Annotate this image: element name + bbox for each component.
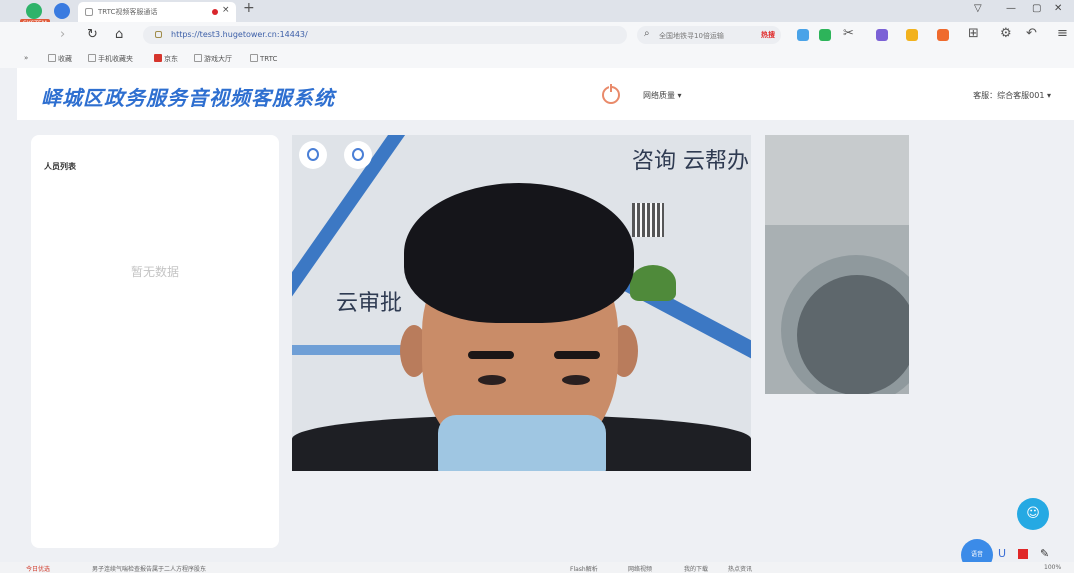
status-hot-news[interactable]: 热点资讯 [728, 564, 752, 573]
chat-float-button[interactable]: ☺ [1017, 498, 1049, 530]
wall-sign-text: 云审批 [336, 291, 403, 316]
tab-favicon-icon [85, 8, 93, 16]
home-icon[interactable]: ⌂ [115, 27, 123, 42]
agent-dropdown[interactable]: 客服：综合客服001 ▾ [973, 90, 1051, 101]
url-input[interactable]: https://test3.hugetower.cn:14443/ [143, 26, 627, 44]
person-hair [404, 183, 634, 323]
location-pin-icon [307, 148, 319, 161]
close-window-icon[interactable]: ✕ [1054, 3, 1062, 14]
main-video-feed: 咨询 云帮办 云审批 [292, 135, 751, 471]
face-mask [438, 415, 606, 471]
bookmark-mobile[interactable]: 手机收藏夹 [88, 54, 133, 64]
qr-code [632, 203, 664, 237]
extension-green-icon[interactable] [819, 29, 831, 41]
person-eyebrow [554, 351, 600, 359]
cut-icon[interactable]: ✂ [843, 26, 854, 41]
navigation-icon[interactable] [54, 3, 70, 19]
personnel-list-panel: 人员列表 暂无数据 [31, 135, 279, 548]
pipe-background [765, 135, 909, 225]
page-icon [250, 54, 258, 62]
panel-title: 人员列表 [44, 162, 76, 171]
bookmark-favorites[interactable]: 收藏 [48, 54, 72, 64]
phone-icon [88, 54, 96, 62]
pipe-inner [797, 275, 909, 394]
hot-search-badge[interactable]: 热搜 [761, 30, 775, 40]
browser-status-bar: 今日优选 男子连续气喘检查报告属于二人方程序股东 Flash解析 网络视频 我的… [0, 562, 1074, 573]
power-icon[interactable] [602, 83, 620, 104]
bookmarks-bar: » 收藏 手机收藏夹 京东 游戏大厅 TRTC [0, 48, 1074, 68]
location-button[interactable] [299, 141, 327, 169]
plant [630, 265, 676, 301]
pen-icon[interactable]: ✎ [1040, 547, 1049, 560]
user-button[interactable] [344, 141, 372, 169]
status-zoom[interactable]: 100% [1044, 564, 1061, 571]
star-icon [48, 54, 56, 62]
recording-dot-icon [212, 9, 218, 15]
bookmark-jd[interactable]: 京东 [154, 54, 178, 64]
status-downloads[interactable]: 我的下载 [684, 564, 708, 573]
browser-tab-bar: TRTC视频客服通话 × + ▽ — ▢ ✕ [0, 0, 1074, 22]
magnet-icon[interactable]: Ս [998, 547, 1006, 560]
menu-icon[interactable]: ≡ [1057, 26, 1068, 41]
background-stripe [292, 345, 412, 355]
record-stop-icon[interactable] [1018, 549, 1028, 559]
person-eye [562, 375, 590, 385]
extension-mail-icon[interactable] [797, 29, 809, 41]
app-header: 峄城区政务服务音视频客服系统 网络质量 ▾ 客服：综合客服001 ▾ [17, 68, 1074, 120]
status-news-ticker[interactable]: 男子连续气喘检查报告属于二人方程序股东 [92, 564, 206, 573]
bookmark-trtc[interactable]: TRTC [250, 54, 277, 63]
bookmark-arrow-icon[interactable]: » [24, 54, 28, 62]
local-video-feed [765, 135, 909, 394]
browser-logo-icon[interactable] [26, 3, 42, 19]
status-flash[interactable]: Flash解析 [570, 564, 598, 573]
extension-game-icon[interactable] [937, 29, 949, 41]
person-eye [478, 375, 506, 385]
network-quality-dropdown[interactable]: 网络质量 ▾ [643, 90, 682, 101]
wall-sign-text: 咨询 云帮办 [632, 149, 749, 174]
empty-state-text: 暂无数据 [130, 265, 179, 279]
new-tab-button[interactable]: + [243, 0, 255, 16]
page-title: 峄城区政务服务音视频客服系统 [41, 86, 335, 110]
forward-icon[interactable]: › [60, 27, 65, 42]
page-icon [194, 54, 202, 62]
extension-shield-icon[interactable] [906, 29, 918, 41]
jd-icon [154, 54, 162, 62]
lock-icon [155, 31, 162, 38]
status-today-picks[interactable]: 今日优选 [26, 564, 50, 573]
shield-icon[interactable]: ▽ [974, 3, 982, 14]
bookmark-games[interactable]: 游戏大厅 [194, 54, 232, 64]
tab-title: TRTC视频客服通话 [98, 8, 158, 16]
browser-tab[interactable]: TRTC视频客服通话 × [78, 2, 236, 22]
person-eyebrow [468, 351, 514, 359]
restore-icon[interactable]: ▢ [1032, 3, 1041, 14]
user-icon [352, 148, 364, 161]
apps-grid-icon[interactable]: ⊞ [968, 26, 979, 41]
settings-gear-icon[interactable]: ⚙ [1000, 26, 1012, 41]
search-input[interactable]: ⌕ 全国地铁寻10倍运输 热搜 [637, 26, 781, 44]
search-icon: ⌕ [644, 28, 650, 39]
extension-purple-icon[interactable] [876, 29, 888, 41]
refresh-icon[interactable]: ↻ [87, 27, 98, 42]
status-video[interactable]: 网络视频 [628, 564, 652, 573]
minimize-icon[interactable]: — [1006, 3, 1016, 14]
tab-close-button[interactable]: × [222, 5, 230, 15]
undo-icon[interactable]: ↶ [1026, 26, 1037, 41]
